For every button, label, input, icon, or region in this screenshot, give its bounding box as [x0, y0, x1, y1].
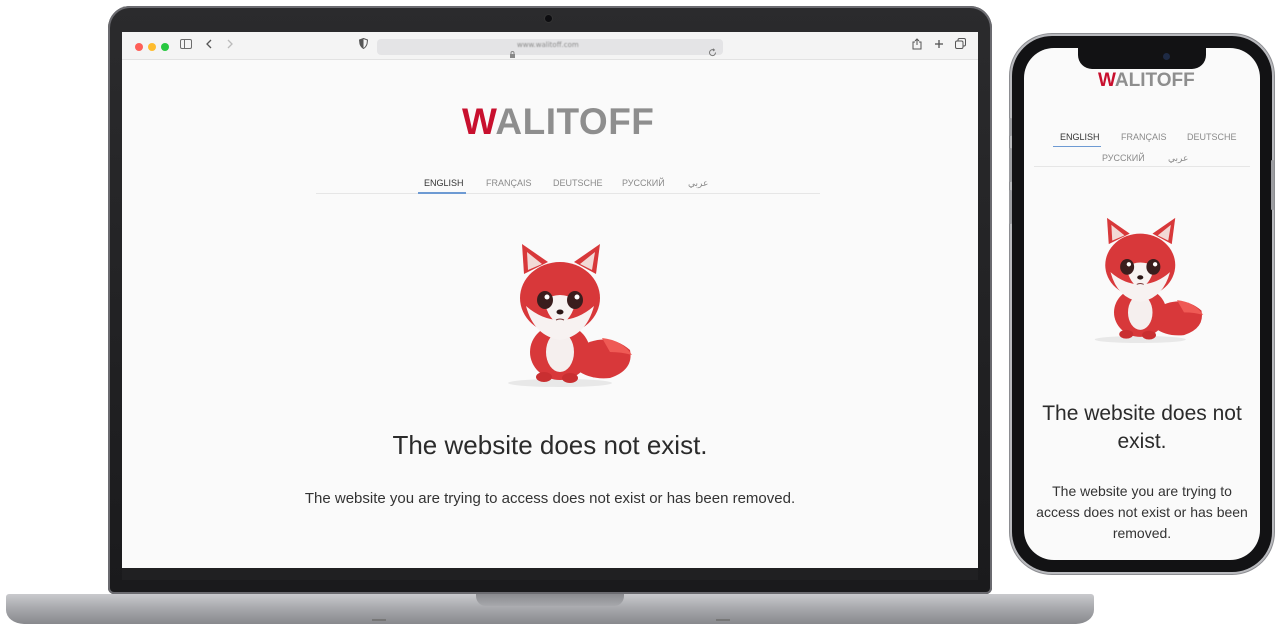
tab-overview-icon[interactable] — [955, 38, 966, 54]
phone-side-button — [1271, 160, 1274, 210]
lang-tab-french[interactable]: FRANÇAIS — [1121, 132, 1167, 142]
address-url: www.walitoff.com — [517, 41, 579, 49]
logo-text: ALITOFF — [495, 101, 655, 142]
page-message: The website you are trying to access doe… — [1036, 483, 1248, 541]
lang-tab-russian[interactable]: РУССКИЙ — [622, 178, 665, 188]
forward-arrow-icon[interactable] — [226, 38, 234, 54]
nav-divider — [1034, 166, 1250, 167]
zoom-window-button[interactable] — [161, 43, 169, 51]
browser-toolbar: www.walitoff.com — [122, 32, 978, 60]
site-logo[interactable]: WALITOFF — [1098, 70, 1218, 92]
language-nav: ENGLISH FRANÇAIS DEUTSCHE РУССКИЙ عربي — [316, 176, 820, 194]
lang-tab-german[interactable]: DEUTSCHE — [1187, 132, 1237, 142]
phone-notch — [1078, 47, 1206, 69]
laptop-foot — [716, 619, 730, 621]
page-message: The website you are trying to access doe… — [304, 490, 796, 507]
phone-side-button — [1009, 190, 1012, 224]
logo-text: ALITOFF — [1114, 70, 1195, 91]
lang-tab-english[interactable]: ENGLISH — [1060, 132, 1100, 142]
site-logo[interactable]: WALITOFF — [462, 102, 682, 142]
logo-initial: W — [462, 101, 496, 142]
fox-mascot-image — [1072, 210, 1212, 350]
new-tab-plus-icon[interactable] — [934, 38, 944, 54]
lang-tab-english[interactable]: ENGLISH — [424, 178, 464, 188]
active-tab-underline — [1053, 146, 1101, 147]
laptop-bezel-bottom — [122, 568, 978, 580]
lang-tab-arabic[interactable]: عربي — [1168, 153, 1188, 164]
address-bar[interactable]: www.walitoff.com — [377, 39, 723, 58]
phone-screen: WALITOFF ENGLISH FRANÇAIS DEUTSCHE РУССК… — [1024, 48, 1260, 560]
reload-icon[interactable] — [708, 42, 717, 61]
laptop-camera — [545, 15, 552, 22]
page-title: The website does not exist. — [392, 430, 708, 460]
laptop-foot — [372, 619, 386, 621]
privacy-shield-icon[interactable] — [358, 37, 369, 54]
lock-icon — [510, 43, 515, 62]
back-arrow-icon[interactable] — [205, 38, 213, 54]
sidebar-toggle-icon[interactable] — [180, 38, 192, 54]
phone-side-button — [1009, 148, 1012, 182]
active-tab-underline — [418, 192, 466, 194]
phone-camera — [1163, 53, 1170, 60]
fox-mascot-image — [482, 240, 642, 390]
share-icon[interactable] — [912, 38, 922, 55]
lang-tab-french[interactable]: FRANÇAIS — [486, 178, 532, 188]
lang-tab-russian[interactable]: РУССКИЙ — [1102, 153, 1145, 163]
laptop-opening-notch — [476, 594, 624, 606]
lang-tab-arabic[interactable]: عربي — [688, 178, 708, 189]
page-title: The website does not exist. — [1042, 402, 1242, 453]
close-window-button[interactable] — [135, 43, 143, 51]
phone-side-button — [1009, 118, 1012, 136]
logo-initial: W — [1098, 70, 1115, 91]
minimize-window-button[interactable] — [148, 43, 156, 51]
laptop-screen: www.walitoff.com WALITOFF ENGLISH FRANÇA… — [122, 32, 978, 568]
lang-tab-german[interactable]: DEUTSCHE — [553, 178, 603, 188]
